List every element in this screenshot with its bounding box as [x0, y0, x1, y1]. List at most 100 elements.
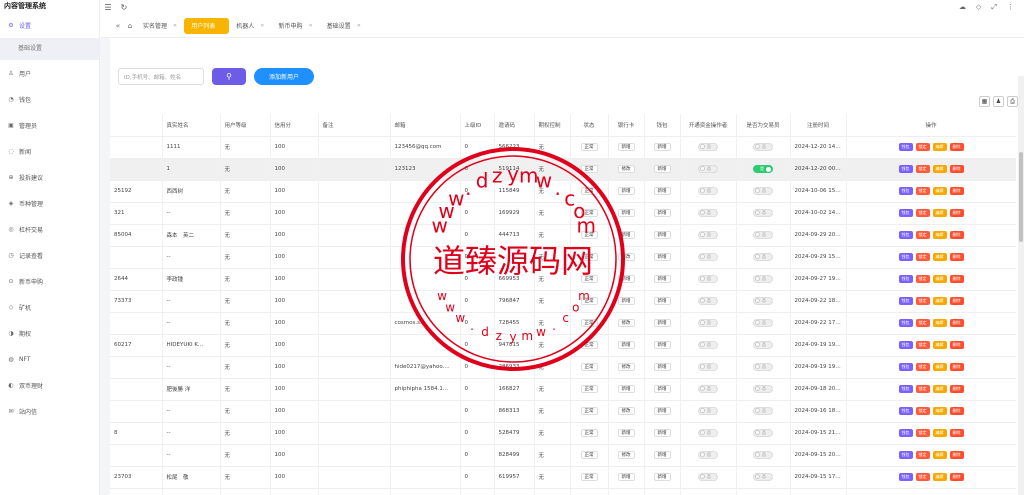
wallet-action-button[interactable]: 钱包: [898, 473, 913, 481]
bank-card-button[interactable]: 修改: [617, 363, 635, 371]
lock-button[interactable]: 锁定: [915, 187, 930, 195]
table-row[interactable]: 321 -- 无 100 0 169929 无正常 新增 新增否否 2024-10-02 14:0…: [110, 202, 1016, 225]
trader-toggle[interactable]: 否: [753, 450, 773, 459]
fund-toggle[interactable]: 否: [698, 450, 718, 459]
close-icon[interactable]: ✕: [260, 23, 264, 29]
sidebar-subitem-basic-settings[interactable]: 基础设置: [0, 38, 99, 60]
wallet-button[interactable]: 新增: [653, 297, 671, 305]
lock-button[interactable]: 锁定: [915, 231, 930, 239]
bank-card-button[interactable]: 新增: [617, 275, 635, 283]
sidebar-item-2[interactable]: ◔ 钱包: [0, 86, 99, 112]
search-button[interactable]: ⚲: [212, 68, 246, 85]
fund-toggle[interactable]: 否: [698, 296, 718, 305]
fund-toggle[interactable]: 否: [698, 340, 718, 349]
fund-toggle[interactable]: 否: [698, 384, 718, 393]
lock-button[interactable]: 锁定: [915, 275, 930, 283]
sidebar-item-10[interactable]: ◇ 矿机: [0, 294, 99, 320]
sidebar-item-5[interactable]: ⊕ 投拆建议: [0, 164, 99, 190]
sidebar-item-9[interactable]: ⊙ 新币申购: [0, 268, 99, 294]
wallet-button[interactable]: 新增: [653, 385, 671, 393]
lock-button[interactable]: 锁定: [915, 165, 930, 173]
bank-card-button[interactable]: 新增: [617, 385, 635, 393]
fullscreen-icon[interactable]: ⤢: [991, 3, 997, 12]
table-row[interactable]: -- 无 100 0 868313 无正常 修改 新增否否 2024-09-16 18:00..…: [110, 400, 1016, 423]
trader-toggle[interactable]: 否: [753, 472, 773, 481]
fund-toggle[interactable]: 否: [698, 428, 718, 437]
wallet-action-button[interactable]: 钱包: [898, 297, 913, 305]
wallet-button[interactable]: 新增: [653, 209, 671, 217]
bank-card-button[interactable]: 新增: [617, 473, 635, 481]
bank-card-button[interactable]: 新增: [617, 209, 635, 217]
delete-button[interactable]: 删除: [949, 407, 964, 415]
fund-toggle[interactable]: 否: [698, 472, 718, 481]
edit-button[interactable]: 编辑: [932, 275, 947, 283]
trader-toggle[interactable]: 否: [753, 362, 773, 371]
wallet-action-button[interactable]: 钱包: [898, 451, 913, 459]
trader-toggle[interactable]: 否: [753, 230, 773, 239]
edit-button[interactable]: 编辑: [932, 451, 947, 459]
wallet-action-button[interactable]: 钱包: [898, 209, 913, 217]
wallet-action-button[interactable]: 钱包: [898, 187, 913, 195]
fund-toggle[interactable]: 否: [698, 318, 718, 327]
trader-toggle[interactable]: 是: [753, 165, 773, 173]
sidebar-item-0[interactable]: ⚙ 设置: [0, 12, 99, 38]
sidebar-item-12[interactable]: ◍ NFT: [0, 346, 99, 372]
delete-button[interactable]: 删除: [949, 231, 964, 239]
table-row[interactable]: -- 无 100 0 828499 无正常 修改 新增否否 2024-09-15 20:42..…: [110, 444, 1016, 467]
lock-button[interactable]: 锁定: [915, 143, 930, 151]
tag-icon[interactable]: ◇: [976, 3, 981, 12]
wallet-button[interactable]: 新增: [653, 363, 671, 371]
sidebar-item-6[interactable]: ◈ 币种管理: [0, 190, 99, 216]
table-row[interactable]: 肥後勝 洋无 100 phiphipha 1584.1... 0 166827 无正常 新增…: [110, 378, 1016, 401]
table-row[interactable]: 8 -- 无 100 0 528479 无正常 新增 新增否否 2024-09-15 21:14.…: [110, 422, 1016, 445]
sidebar-item-1[interactable]: ♙ 用户: [0, 60, 99, 86]
refresh-icon[interactable]: ↻: [116, 3, 132, 12]
close-icon[interactable]: ✕: [308, 23, 312, 29]
table-row[interactable]: 1111 无 100 123456@qq.com 0 566223 无正常 新增 新增否否 202…: [110, 136, 1016, 159]
trader-toggle[interactable]: 否: [753, 340, 773, 349]
tab-2[interactable]: 机器人 ✕: [229, 18, 271, 34]
bank-card-button[interactable]: 新增: [617, 341, 635, 349]
home-icon[interactable]: ⌂: [124, 22, 136, 30]
edit-button[interactable]: 编辑: [932, 231, 947, 239]
wallet-action-button[interactable]: 钱包: [898, 143, 913, 151]
bank-card-button[interactable]: 修改: [617, 253, 635, 261]
table-row[interactable]: -- 无 100 hide0217@yahoo.... 0 286933 无正常 修改 新增否否…: [110, 356, 1016, 379]
edit-button[interactable]: 编辑: [932, 143, 947, 151]
scrollbar-track[interactable]: [1018, 76, 1024, 495]
bank-card-button[interactable]: 新增: [617, 143, 635, 151]
table-row[interactable]: 1 无 100 123123 0 519114 无正常 修改 新增否是 2024-12-20 00…: [110, 158, 1016, 181]
delete-button[interactable]: 删除: [949, 165, 964, 173]
sidebar-item-3[interactable]: ▣ 管理员: [0, 112, 99, 138]
delete-button[interactable]: 删除: [949, 363, 964, 371]
wallet-button[interactable]: 新增: [653, 231, 671, 239]
fund-toggle[interactable]: 否: [698, 274, 718, 283]
table-row[interactable]: 2644 李政锺无 100 0 669953 无正常 新增 新增否否 2024-09-27 19…: [110, 268, 1016, 291]
delete-button[interactable]: 删除: [949, 451, 964, 459]
lock-button[interactable]: 锁定: [915, 319, 930, 327]
add-user-button[interactable]: 添加新用户: [254, 68, 314, 85]
wallet-button[interactable]: 新增: [653, 429, 671, 437]
wallet-button[interactable]: 新增: [653, 143, 671, 151]
delete-button[interactable]: 删除: [949, 143, 964, 151]
wallet-button[interactable]: 新增: [653, 451, 671, 459]
wallet-button[interactable]: 新增: [653, 341, 671, 349]
wallet-button[interactable]: 新增: [653, 253, 671, 261]
fund-toggle[interactable]: 否: [698, 142, 718, 151]
table-row[interactable]: 85004 森本 英二无 100 0 444713 无正常 新增 新增否否 2024-09-29…: [110, 224, 1016, 247]
lock-button[interactable]: 锁定: [915, 473, 930, 481]
settings-icon[interactable]: ⋮: [1007, 3, 1014, 12]
trader-toggle[interactable]: 否: [753, 318, 773, 327]
table-row[interactable]: 60217 HIDEYUKI K... 无 100 0 947815 无正常 新增 新增否否 20…: [110, 334, 1016, 357]
edit-button[interactable]: 编辑: [932, 341, 947, 349]
fund-toggle[interactable]: 否: [698, 208, 718, 217]
edit-button[interactable]: 编辑: [932, 165, 947, 173]
table-row[interactable]: --无1000无正常新增新增否否2024-09-15 ...钱包锁定编辑删除: [110, 488, 1016, 495]
edit-button[interactable]: 编辑: [932, 363, 947, 371]
lock-button[interactable]: 锁定: [915, 407, 930, 415]
tab-1[interactable]: 用户列表: [184, 17, 230, 34]
delete-button[interactable]: 删除: [949, 473, 964, 481]
trader-toggle[interactable]: 否: [753, 406, 773, 415]
scrollbar-thumb[interactable]: [1019, 152, 1023, 242]
sidebar-item-11[interactable]: ◑ 期权: [0, 320, 99, 346]
